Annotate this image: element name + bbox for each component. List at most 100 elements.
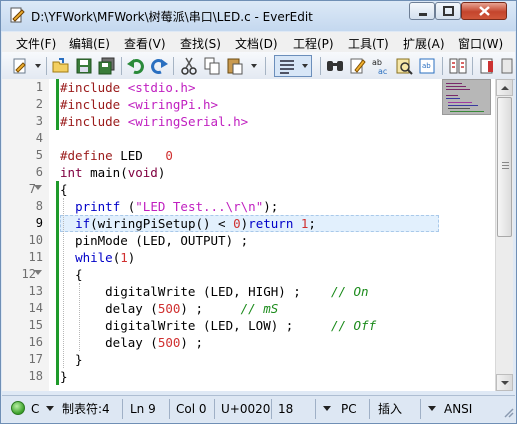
gutter-line: 1 bbox=[2, 79, 49, 96]
minimap-line bbox=[448, 102, 472, 103]
paste-icon[interactable] bbox=[225, 56, 245, 76]
gutter-line: 10 bbox=[2, 232, 49, 249]
fold-marker-icon[interactable] bbox=[34, 270, 42, 275]
code-line: #define LED 0 bbox=[60, 148, 173, 163]
line-number: 16 bbox=[28, 335, 43, 349]
minimap-line bbox=[446, 86, 466, 87]
scroll-up-button[interactable] bbox=[496, 79, 513, 96]
title-bar[interactable]: D:\YFWork\MFWork\树莓派\串口\LED.c - EverEdit bbox=[1, 1, 516, 31]
compare-icon[interactable] bbox=[448, 56, 468, 76]
new-file-icon[interactable] bbox=[10, 56, 30, 76]
minimap[interactable] bbox=[442, 79, 491, 115]
fold-marker-icon[interactable] bbox=[34, 185, 42, 190]
insert-mode-label[interactable]: 插入 bbox=[378, 400, 402, 418]
maximize-button[interactable] bbox=[435, 2, 461, 20]
scroll-thumb[interactable] bbox=[497, 97, 512, 237]
line-number: 13 bbox=[28, 284, 43, 298]
toolbar-separator bbox=[46, 57, 47, 75]
encoding-dropdown-icon[interactable] bbox=[428, 406, 436, 411]
gutter-line: 12 bbox=[2, 266, 49, 283]
maximize-icon bbox=[443, 6, 454, 16]
bookmark-icon[interactable] bbox=[478, 56, 498, 76]
menu-tools[interactable]: 工具(T) bbox=[348, 35, 389, 52]
line-ending-label[interactable]: PC bbox=[341, 400, 357, 418]
open-folder-icon[interactable] bbox=[51, 56, 71, 76]
copy-icon[interactable] bbox=[202, 56, 222, 76]
find-file-icon[interactable] bbox=[394, 56, 414, 76]
grip-line bbox=[502, 165, 509, 166]
toolbar-separator bbox=[472, 57, 473, 75]
toolbar: ab ac ab bbox=[2, 52, 515, 80]
redo-icon[interactable] bbox=[149, 56, 169, 76]
code-line: } bbox=[60, 352, 83, 367]
gutter-line: 17 bbox=[2, 351, 49, 368]
minimap-line bbox=[446, 95, 458, 96]
svg-text:ab: ab bbox=[422, 62, 431, 70]
minimap-line bbox=[446, 98, 460, 99]
toolbar-separator bbox=[320, 57, 321, 75]
gutter-line: 4 bbox=[2, 130, 49, 147]
undo-icon[interactable] bbox=[126, 56, 146, 76]
gutter-line: 15 bbox=[2, 317, 49, 334]
tab-size-label[interactable]: 制表符:4 bbox=[62, 400, 110, 418]
code-line: if(wiringPiSetup() < 0)return 1; bbox=[75, 216, 316, 231]
line-number: 9 bbox=[35, 216, 43, 230]
gutter-line: 11 bbox=[2, 249, 49, 266]
line-ending-dropdown-icon[interactable] bbox=[323, 406, 331, 411]
save-all-icon[interactable] bbox=[97, 56, 117, 76]
toolbar-separator bbox=[121, 57, 122, 75]
save-icon[interactable] bbox=[74, 56, 94, 76]
line-number: 14 bbox=[28, 301, 43, 315]
code-line: #include <stdio.h> bbox=[60, 80, 196, 95]
gutter-line: 6 bbox=[2, 164, 49, 181]
code-line: delay (500) ; // mS bbox=[60, 301, 279, 316]
toolbar-separator bbox=[265, 57, 266, 75]
menu-view[interactable]: 查看(V) bbox=[124, 35, 166, 52]
code-line: #include <wiringSerial.h> bbox=[60, 114, 249, 129]
status-divider bbox=[271, 399, 272, 419]
find-in-files-icon[interactable] bbox=[348, 56, 368, 76]
menu-file[interactable]: 文件(F) bbox=[16, 35, 56, 52]
column-mode-icon[interactable]: ab bbox=[417, 56, 437, 76]
code-editor[interactable]: 1 2 3 4 5 6 7 8 9 10 11 12 13 14 15 16 1… bbox=[2, 79, 495, 391]
line-number: 6 bbox=[35, 165, 43, 179]
resize-grip-icon[interactable] bbox=[502, 406, 514, 418]
find-icon[interactable] bbox=[325, 56, 345, 76]
new-file-dropdown-icon[interactable] bbox=[35, 64, 41, 68]
line-number: 4 bbox=[35, 131, 43, 145]
menu-window[interactable]: 窗口(W) bbox=[458, 35, 503, 52]
encoding-label[interactable]: ANSI bbox=[444, 400, 472, 418]
menu-search[interactable]: 查找(S) bbox=[180, 35, 221, 52]
window-title: D:\YFWork\MFWork\树莓派\串口\LED.c - EverEdit bbox=[31, 10, 313, 24]
gutter-line: 14 bbox=[2, 300, 49, 317]
code-line: delay (500) ; bbox=[60, 335, 203, 350]
grip-line bbox=[502, 168, 509, 169]
code-line: while(1) bbox=[75, 250, 136, 265]
line-number: 2 bbox=[35, 97, 43, 111]
toolbar-separator bbox=[173, 57, 174, 75]
more-tools-icon[interactable] bbox=[500, 56, 514, 76]
line-number: 11 bbox=[28, 250, 43, 264]
vertical-scrollbar[interactable] bbox=[495, 79, 513, 391]
close-icon bbox=[479, 6, 490, 16]
paste-dropdown-icon[interactable] bbox=[251, 64, 257, 68]
code-line: #include <wiringPi.h> bbox=[60, 97, 219, 112]
code-line: digitalWrite (LED, LOW) ; // Off bbox=[60, 318, 377, 333]
word-wrap-button[interactable] bbox=[274, 55, 312, 77]
line-number: 10 bbox=[28, 233, 43, 247]
close-button[interactable] bbox=[461, 2, 507, 20]
minimize-button[interactable] bbox=[409, 2, 435, 20]
language-dropdown-icon[interactable] bbox=[46, 406, 54, 411]
file-size-indicator: 18 bbox=[278, 402, 294, 416]
menu-project[interactable]: 工程(P) bbox=[293, 35, 334, 52]
scroll-down-button[interactable] bbox=[496, 374, 513, 391]
minimap-line bbox=[448, 105, 478, 106]
arrow-down-icon bbox=[501, 381, 509, 385]
language-label[interactable]: C bbox=[31, 400, 39, 418]
replace-icon[interactable]: abac bbox=[371, 56, 391, 76]
cut-icon[interactable] bbox=[179, 56, 199, 76]
menu-extensions[interactable]: 扩展(A) bbox=[403, 35, 445, 52]
menu-document[interactable]: 文档(D) bbox=[235, 35, 278, 52]
minimap-line bbox=[450, 111, 484, 112]
menu-edit[interactable]: 编辑(E) bbox=[69, 35, 110, 52]
